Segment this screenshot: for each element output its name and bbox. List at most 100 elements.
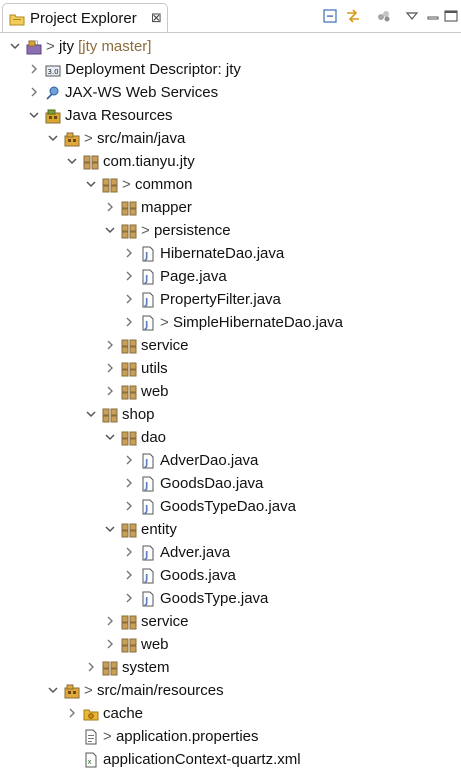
- tree-item[interactable]: dao: [0, 426, 461, 449]
- chevron-down-icon[interactable]: [103, 428, 117, 446]
- package-icon: [83, 154, 99, 170]
- view-menu-icon[interactable]: [404, 8, 420, 24]
- tree-item-text: src/main/java: [96, 130, 186, 147]
- tree-item-text: web: [141, 383, 169, 400]
- java-file-icon: J: [140, 545, 156, 561]
- chevron-right-icon[interactable]: [103, 336, 117, 354]
- tree-item[interactable]: J Page.java: [0, 265, 461, 288]
- tree-item-label: HibernateDao.java: [160, 244, 284, 263]
- webservices-icon: [45, 85, 61, 101]
- tree-item[interactable]: shop: [0, 403, 461, 426]
- source-folder-icon: [64, 131, 80, 147]
- tree-item-text: Goods.java: [160, 567, 236, 584]
- chevron-right-icon[interactable]: [103, 198, 117, 216]
- tree-item[interactable]: JAX-WS Web Services: [0, 81, 461, 104]
- tree-item[interactable]: J Adver.java: [0, 541, 461, 564]
- chevron-down-icon[interactable]: [103, 520, 117, 538]
- chevron-right-icon[interactable]: [122, 267, 136, 285]
- chevron-right-icon[interactable]: [122, 566, 136, 584]
- tree-item[interactable]: J GoodsTypeDao.java: [0, 495, 461, 518]
- tree-item[interactable]: J GoodsDao.java: [0, 472, 461, 495]
- tree-item-text: mapper: [141, 199, 192, 216]
- chevron-down-icon[interactable]: [46, 129, 60, 147]
- chevron-right-icon[interactable]: [122, 589, 136, 607]
- chevron-down-icon[interactable]: [46, 681, 60, 699]
- chevron-right-icon[interactable]: [65, 704, 79, 722]
- minimize-icon[interactable]: [425, 8, 441, 24]
- tree-item-label: GoodsDao.java: [160, 474, 263, 493]
- outgoing-change-marker: >: [141, 222, 154, 239]
- tree-item[interactable]: service: [0, 334, 461, 357]
- tree-item-text: AdverDao.java: [160, 452, 259, 469]
- tree-item[interactable]: x applicationContext-quartz.xml: [0, 748, 461, 771]
- project-explorer-header: Project Explorer ⊠: [0, 0, 461, 33]
- tree-item[interactable]: > persistence: [0, 219, 461, 242]
- tree-item-label: AdverDao.java: [160, 451, 258, 470]
- chevron-down-icon[interactable]: [27, 106, 41, 124]
- collapse-all-icon[interactable]: [322, 8, 338, 24]
- tree-item[interactable]: > common: [0, 173, 461, 196]
- chevron-right-icon[interactable]: [122, 497, 136, 515]
- chevron-down-icon[interactable]: [84, 175, 98, 193]
- tree-item[interactable]: service: [0, 610, 461, 633]
- chevron-down-icon[interactable]: [8, 37, 22, 55]
- java-resources-icon: [45, 108, 61, 124]
- chevron-right-icon[interactable]: [103, 635, 117, 653]
- tree-item[interactable]: mapper: [0, 196, 461, 219]
- chevron-right-icon[interactable]: [122, 244, 136, 262]
- tree-item[interactable]: web: [0, 633, 461, 656]
- tree-item[interactable]: J PropertyFilter.java: [0, 288, 461, 311]
- tree-item[interactable]: com.tianyu.jty: [0, 150, 461, 173]
- tree-item-label: service: [141, 612, 189, 631]
- chevron-right-icon[interactable]: [122, 290, 136, 308]
- link-with-editor-icon[interactable]: [345, 8, 361, 24]
- outgoing-change-marker: >: [160, 314, 173, 331]
- tree-item-text: PropertyFilter.java: [160, 291, 281, 308]
- tab-project-explorer[interactable]: Project Explorer ⊠: [2, 3, 168, 33]
- tree-item[interactable]: > src/main/java: [0, 127, 461, 150]
- tree-item-label: service: [141, 336, 189, 355]
- chevron-right-icon[interactable]: [27, 83, 41, 101]
- chevron-right-icon[interactable]: [27, 60, 41, 78]
- tree-item-label: dao: [141, 428, 166, 447]
- focus-on-active-task-icon[interactable]: [376, 8, 392, 24]
- tree-item[interactable]: system: [0, 656, 461, 679]
- tree-item[interactable]: 3.0 Deployment Descriptor: jty: [0, 58, 461, 81]
- maximize-icon[interactable]: [443, 8, 459, 24]
- chevron-right-icon[interactable]: [122, 543, 136, 561]
- close-icon[interactable]: ⊠: [151, 10, 162, 26]
- chevron-right-icon[interactable]: [103, 359, 117, 377]
- tree-item[interactable]: J Goods.java: [0, 564, 461, 587]
- tree-item[interactable]: cache: [0, 702, 461, 725]
- chevron-right-icon[interactable]: [122, 313, 136, 331]
- tree-item[interactable]: J AdverDao.java: [0, 449, 461, 472]
- tree-item-label: > SimpleHibernateDao.java: [160, 313, 343, 332]
- chevron-down-icon[interactable]: [103, 221, 117, 239]
- tree-item-text: Java Resources: [65, 107, 173, 124]
- tree-item[interactable]: entity: [0, 518, 461, 541]
- chevron-down-icon[interactable]: [65, 152, 79, 170]
- tree-item-label: > src/main/java: [84, 129, 185, 148]
- tree-item[interactable]: J GoodsType.java: [0, 587, 461, 610]
- tree-item[interactable]: web: [0, 380, 461, 403]
- tree-item-label: PropertyFilter.java: [160, 290, 281, 309]
- chevron-right-icon[interactable]: [122, 474, 136, 492]
- tree-item-text: application.properties: [115, 728, 259, 745]
- java-file-icon: J: [140, 453, 156, 469]
- chevron-right-icon[interactable]: [103, 612, 117, 630]
- tree-item-text: jty: [58, 38, 74, 55]
- chevron-right-icon[interactable]: [122, 451, 136, 469]
- tree-item-label: system: [122, 658, 170, 677]
- tree-item[interactable]: J > SimpleHibernateDao.java: [0, 311, 461, 334]
- svg-text:J: J: [144, 597, 148, 607]
- chevron-right-icon[interactable]: [103, 382, 117, 400]
- tree-item[interactable]: Java Resources: [0, 104, 461, 127]
- chevron-right-icon[interactable]: [84, 658, 98, 676]
- tree-item[interactable]: J HibernateDao.java: [0, 242, 461, 265]
- tree-item[interactable]: J > jty [jty master]: [0, 35, 461, 58]
- tree-item[interactable]: > src/main/resources: [0, 679, 461, 702]
- tree-item[interactable]: > application.properties: [0, 725, 461, 748]
- chevron-down-icon[interactable]: [84, 405, 98, 423]
- tree-item[interactable]: utils: [0, 357, 461, 380]
- tree-item-label: cache: [103, 704, 143, 723]
